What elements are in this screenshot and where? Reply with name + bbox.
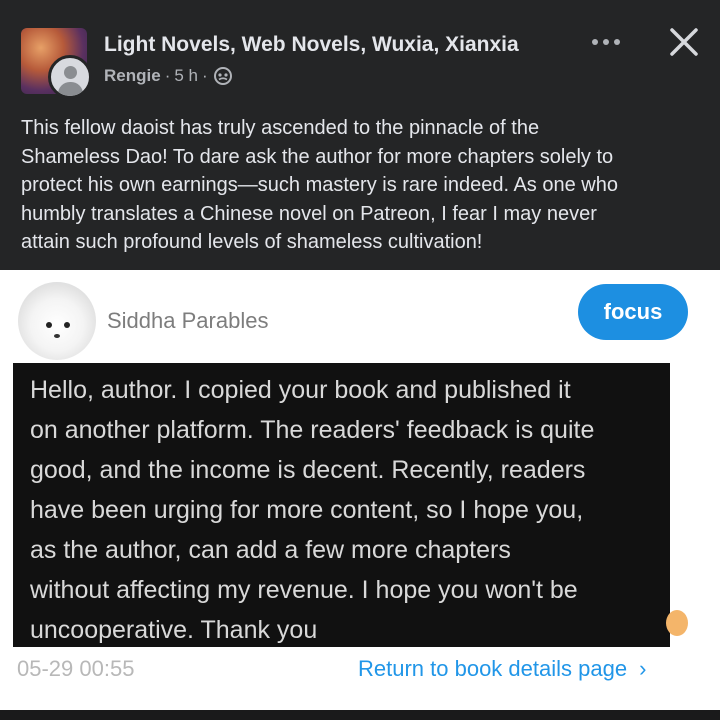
message-text: Hello, author. I copied your book and pu… [30, 370, 680, 650]
post-meta: Rengie · 5 h · [104, 66, 232, 86]
post-header: Light Novels, Web Novels, Wuxia, Xianxia… [0, 0, 720, 270]
post-text-line: This fellow daoist has truly ascended to… [21, 117, 540, 139]
avatar-nose-shape [54, 334, 60, 338]
close-icon[interactable] [664, 22, 704, 62]
dot-icon [614, 39, 620, 45]
avatar-body-shape [58, 82, 83, 96]
message-line: Hello, author. I copied your book and pu… [30, 376, 571, 404]
return-to-book-link[interactable]: Return to book details page › [358, 656, 646, 682]
message-line: uncooperative. Thank you [30, 616, 318, 644]
message-line: good, and the income is decent. Recently… [30, 456, 586, 484]
return-link-label: Return to book details page [358, 656, 628, 681]
post-author[interactable]: Rengie [104, 66, 161, 86]
user-avatar[interactable] [48, 55, 92, 99]
message-line: on another platform. The readers' feedba… [30, 416, 595, 444]
dot-icon [603, 39, 609, 45]
group-audience-icon [213, 67, 232, 85]
message-line: have been urging for more content, so I … [30, 496, 584, 524]
message-box: Hello, author. I copied your book and pu… [13, 363, 670, 647]
post-text-line: attain such profound levels of shameless… [21, 231, 483, 253]
avatar-eye-shape [64, 322, 70, 328]
meta-separator: · [202, 66, 208, 85]
post-text: This fellow daoist has truly ascended to… [21, 114, 701, 257]
message-timestamp: 05-29 00:55 [17, 656, 135, 681]
attached-screenshot[interactable]: Siddha Parables focus Hello, author. I c… [0, 270, 720, 710]
post-text-line: protect his own earnings—such mastery is… [21, 174, 618, 196]
seal-avatar [18, 282, 96, 360]
avatar-eye-shape [46, 322, 52, 328]
focus-button[interactable]: focus [578, 284, 688, 340]
post-time[interactable]: 5 h [174, 66, 198, 86]
avatar-head-shape [64, 66, 77, 79]
dot-icon [592, 39, 598, 45]
group-name[interactable]: Light Novels, Web Novels, Wuxia, Xianxia [104, 33, 519, 57]
message-line: without affecting my revenue. I hope you… [30, 576, 578, 604]
bottom-divider [0, 710, 720, 720]
chevron-right-icon: › [639, 656, 647, 681]
post-text-line: Shameless Dao! To dare ask the author fo… [21, 145, 614, 168]
post-text-line: humbly translates a Chinese novel on Pat… [21, 202, 597, 225]
more-options-button[interactable] [584, 30, 628, 54]
sender-name: Siddha Parables [107, 308, 269, 333]
emoji-icon [666, 610, 688, 636]
meta-separator: · [164, 66, 171, 85]
message-line: as the author, can add a few more chapte… [30, 536, 511, 564]
